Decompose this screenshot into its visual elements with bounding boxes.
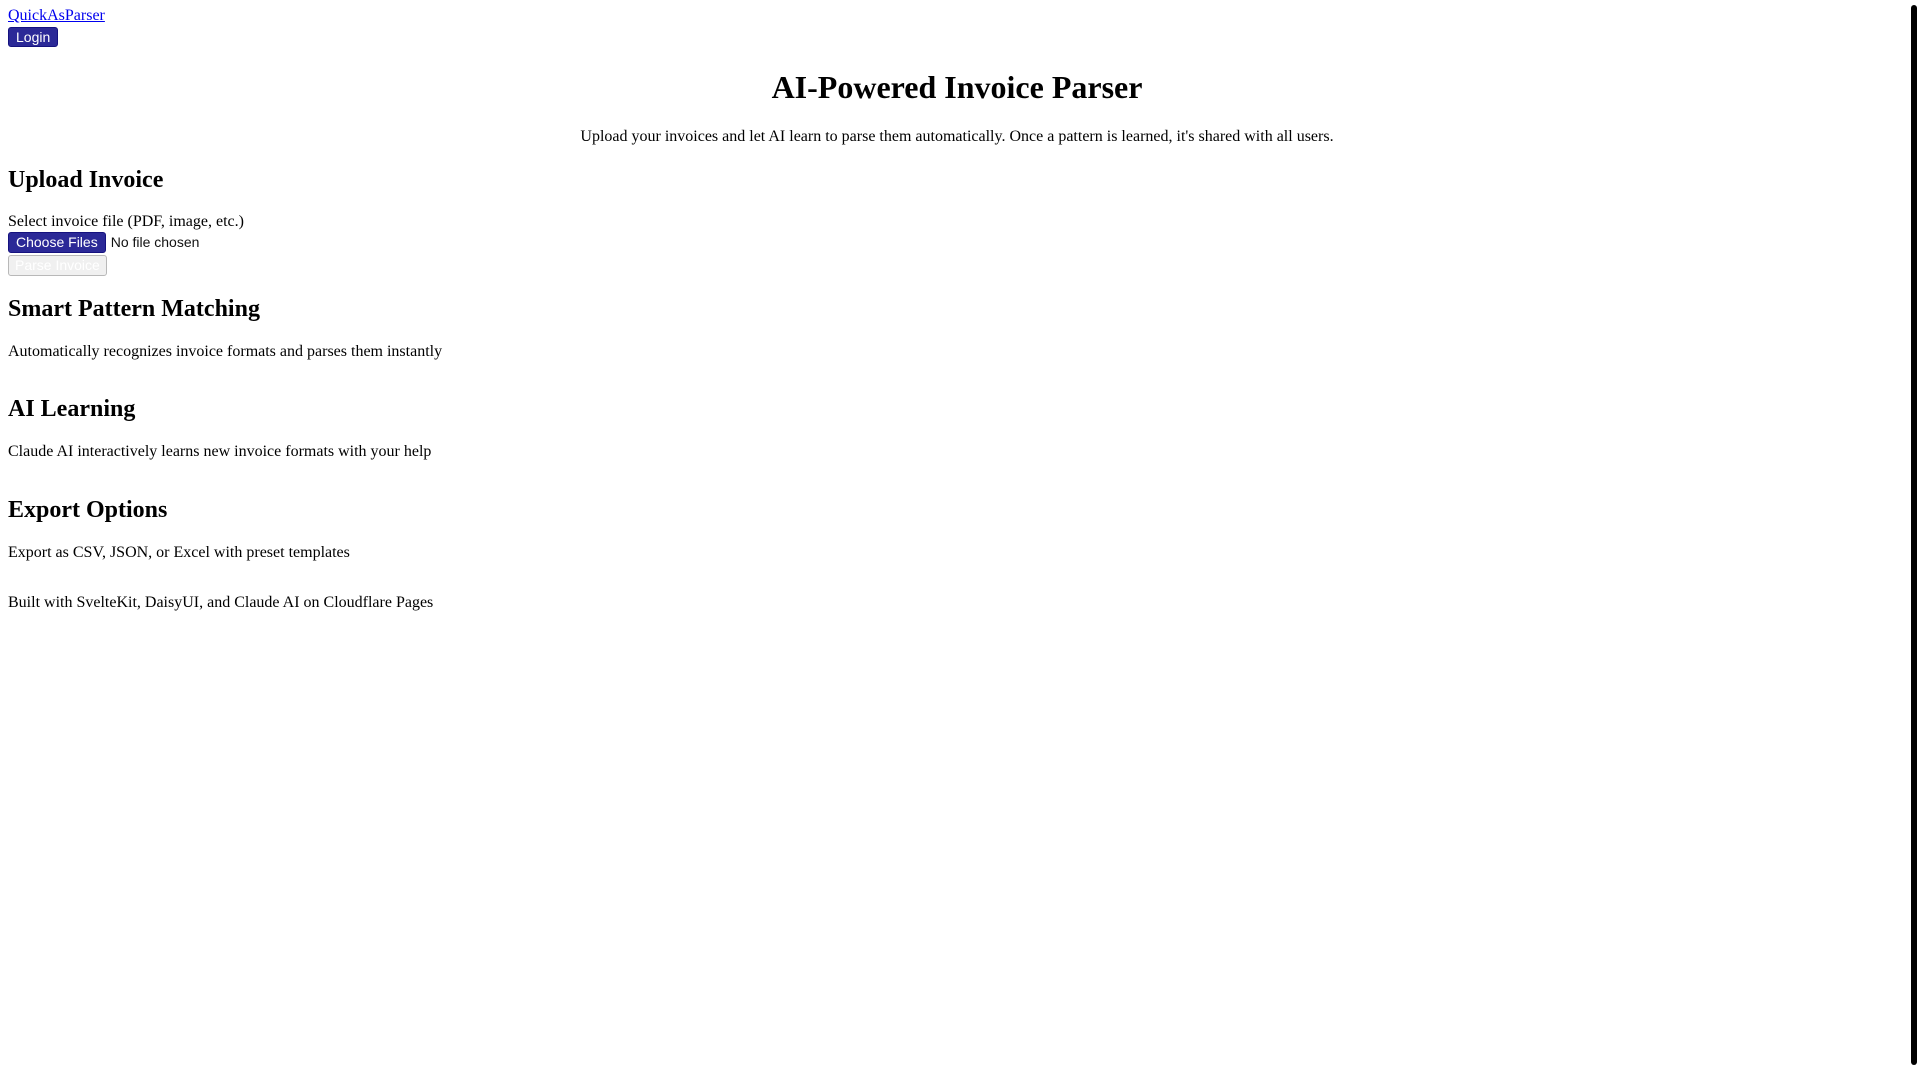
scrollbar-thumb[interactable] bbox=[1911, 5, 1917, 1065]
vertical-scrollbar[interactable] bbox=[1906, 0, 1920, 1080]
browser-page: QuickAsParser Login AI-Powered Invoice P… bbox=[0, 0, 1920, 1080]
smart-pattern-heading: Smart Pattern Matching bbox=[8, 296, 260, 322]
page-title: AI-Powered Invoice Parser bbox=[771, 69, 1143, 105]
parse-invoice-button: Parse Invoice bbox=[8, 255, 107, 276]
footer-text: Built with SvelteKit, DaisyUI, and Claud… bbox=[8, 594, 434, 611]
upload-heading: Upload Invoice bbox=[8, 167, 164, 193]
choose-files-button[interactable]: Choose Files bbox=[8, 232, 106, 253]
brand-link[interactable]: QuickAsParser bbox=[8, 7, 105, 25]
ai-learning-description: Claude AI interactively learns new invoi… bbox=[8, 443, 432, 460]
smart-pattern-description: Automatically recognizes invoice formats… bbox=[8, 343, 443, 360]
export-options-description: Export as CSV, JSON, or Excel with prese… bbox=[8, 544, 350, 561]
file-input[interactable]: Choose Files No file chosen bbox=[8, 232, 199, 253]
login-button[interactable]: Login bbox=[8, 27, 59, 47]
invoice-file-label: Select invoice file (PDF, image, etc.) bbox=[8, 213, 244, 230]
ai-learning-heading: AI Learning bbox=[8, 396, 136, 422]
page-description: Upload your invoices and let AI learn to… bbox=[580, 128, 1334, 145]
file-status: No file chosen bbox=[110, 234, 200, 250]
export-options-heading: Export Options bbox=[8, 497, 168, 523]
